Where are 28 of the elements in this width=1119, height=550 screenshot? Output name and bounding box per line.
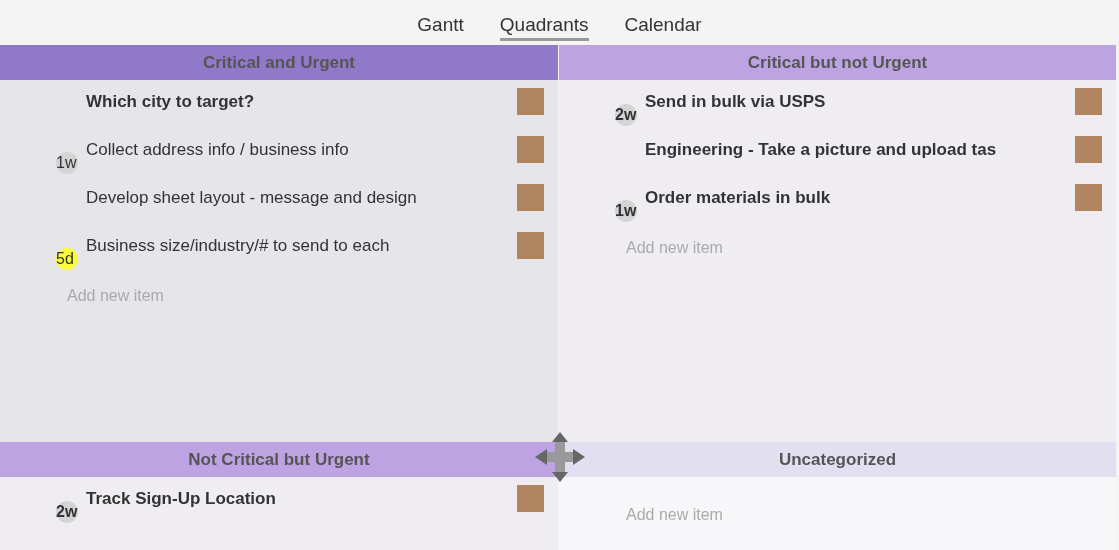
avatar-photo-placeholder xyxy=(517,232,544,259)
view-tab[interactable]: Calendar xyxy=(624,12,702,41)
quadrant-header: Critical but not Urgent xyxy=(559,45,1116,80)
view-tab[interactable]: Gantt xyxy=(417,12,464,41)
duration-badge: 1w xyxy=(56,152,78,174)
duration-badge: 5d xyxy=(56,248,78,270)
task-title[interactable]: Business size/industry/# to send to each xyxy=(86,234,517,258)
avatar-photo-placeholder xyxy=(517,136,544,163)
duration-badge: 1w xyxy=(615,200,637,222)
quadrant-header: Critical and Urgent xyxy=(0,45,558,80)
avatar-photo-placeholder xyxy=(1075,136,1102,163)
move-handle-icon[interactable] xyxy=(535,432,585,482)
duration-badge: 2w xyxy=(56,501,78,523)
view-tab[interactable]: Quadrants xyxy=(499,12,589,41)
duration-badge: 2w xyxy=(615,104,637,126)
avatar-photo-placeholder xyxy=(517,485,544,512)
avatar-photo-placeholder xyxy=(517,184,544,211)
avatar-photo-placeholder xyxy=(1075,88,1102,115)
task-title[interactable]: Order materials in bulk xyxy=(645,186,1075,210)
task-title[interactable]: Which city to target? xyxy=(86,90,517,114)
task-title[interactable]: Collect address info / business info xyxy=(86,138,517,162)
avatar-photo-placeholder xyxy=(517,88,544,115)
avatar-photo-placeholder xyxy=(1075,184,1102,211)
task-title[interactable]: Engineering - Take a picture and upload tas xyxy=(645,138,1075,162)
quadrant-header: Not Critical but Urgent xyxy=(0,442,558,477)
task-title[interactable]: Develop sheet layout - message and design xyxy=(86,186,517,210)
task-title[interactable]: Track Sign-Up Location xyxy=(86,487,517,511)
task-title[interactable]: Send in bulk via USPS xyxy=(645,90,1075,114)
